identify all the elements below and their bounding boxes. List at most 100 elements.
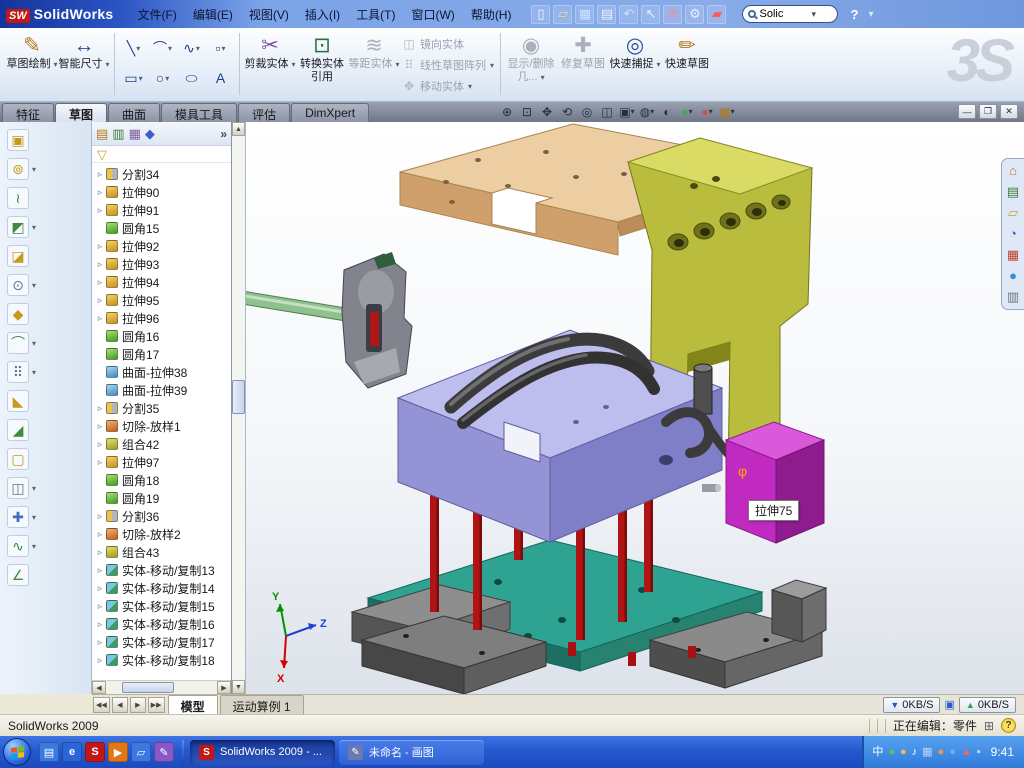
linear-sketch-pattern-button[interactable]: ⠿线性草图阵列▾ <box>402 56 494 74</box>
reference-geometry-icon[interactable]: ✚ <box>7 506 29 528</box>
tree-item[interactable]: 圆角18 <box>92 471 231 489</box>
tree-horizontal-scrollbar[interactable]: ◀ ▶ <box>92 680 231 694</box>
expand-arrow-icon[interactable]: ▹ <box>95 457 105 468</box>
tree-item[interactable]: ▹拉伸96 <box>92 309 231 327</box>
scroll-prev-button[interactable]: ◀ <box>112 697 128 713</box>
scroll-first-button[interactable]: ◀◀ <box>93 697 110 713</box>
dimxpertmanager-tab-icon[interactable]: ◆ <box>145 127 155 140</box>
task-solidworks[interactable]: SSolidWorks 2009 - ... <box>190 740 335 765</box>
expand-arrow-icon[interactable]: ▹ <box>95 295 105 306</box>
point-tool-icon-dropdown[interactable]: ▾ <box>221 44 225 53</box>
tab-dimxpert[interactable]: DimXpert <box>291 103 369 122</box>
appearances-icon[interactable]: ● <box>1009 269 1017 283</box>
hole-wizard-icon-dropdown[interactable]: ▾ <box>32 281 36 290</box>
menu-item-0[interactable]: 文件(F) <box>130 5 185 25</box>
select-arrow-icon[interactable]: ↖ <box>641 5 660 24</box>
move-entities-button[interactable]: ✥移动实体▾ <box>402 77 494 95</box>
help-icon[interactable]: ? <box>850 7 858 22</box>
rebuild-icon[interactable]: ⟳ <box>663 5 682 24</box>
scroll-down-icon[interactable]: ▼ <box>232 680 245 694</box>
download-speed-badge[interactable]: ▼ 0KB/S <box>883 697 940 713</box>
revolved-cut-icon[interactable]: ◆ <box>7 303 29 325</box>
sketch-draw-button[interactable]: ✎草图绘制 ▾ <box>6 31 58 95</box>
tray-messenger-icon[interactable]: ● <box>900 746 907 758</box>
paint-launch-icon[interactable]: ✎ <box>154 742 174 762</box>
rib-icon[interactable]: ◣ <box>7 390 29 412</box>
close-window-button[interactable]: ✕ <box>1000 104 1018 119</box>
tray-network-icon[interactable]: ▦ <box>922 746 932 758</box>
tray-qq-icon[interactable]: ● <box>949 746 956 758</box>
configurationmanager-tab-icon[interactable]: ▦ <box>129 127 141 140</box>
tree-item[interactable]: ▹分割36 <box>92 507 231 525</box>
tree-item[interactable]: ▹拉伸91 <box>92 201 231 219</box>
tab-evaluate[interactable]: 评估 <box>238 103 290 122</box>
expand-arrow-icon[interactable]: ▹ <box>95 637 105 648</box>
linear-pattern-icon-dropdown[interactable]: ▾ <box>32 368 36 377</box>
minimize-window-button[interactable]: — <box>958 104 976 119</box>
search-input[interactable] <box>759 8 811 20</box>
rectangle-tool-icon-dropdown[interactable]: ▾ <box>139 74 143 83</box>
menu-item-1[interactable]: 编辑(E) <box>185 5 241 25</box>
expand-arrow-icon[interactable]: ▹ <box>95 439 105 450</box>
tree-item[interactable]: ▹实体-移动/复制16 <box>92 615 231 633</box>
task-paint[interactable]: ✎未命名 - 画图 <box>339 740 484 765</box>
design-library-icon[interactable]: ▤ <box>1007 185 1019 199</box>
part-ejector-rod[interactable] <box>246 290 346 321</box>
revolved-boss-icon[interactable]: ⊚ <box>7 158 29 180</box>
curves-icon[interactable]: ∿ <box>7 535 29 557</box>
fillet-icon[interactable]: ⌒ <box>7 332 29 354</box>
line-tool-icon-dropdown[interactable]: ▾ <box>136 44 140 53</box>
home-icon[interactable]: ⌂ <box>1009 164 1017 178</box>
spline-tool-icon[interactable]: ∿▾ <box>177 33 206 63</box>
tree-item[interactable]: 圆角15 <box>92 219 231 237</box>
propertymanager-tab-icon[interactable]: ▥ <box>112 127 124 140</box>
lofted-boss-icon[interactable]: ◩ <box>7 216 29 238</box>
instant3d-icon[interactable]: ∠ <box>7 564 29 586</box>
expand-arrow-icon[interactable]: ▹ <box>95 583 105 594</box>
menu-item-2[interactable]: 视图(V) <box>241 5 297 25</box>
tray-antivirus-icon[interactable]: ● <box>888 746 895 758</box>
expand-arrow-icon[interactable]: ▹ <box>95 241 105 252</box>
tree-item[interactable]: ▹拉伸95 <box>92 291 231 309</box>
lofted-boss-icon-dropdown[interactable]: ▾ <box>32 223 36 232</box>
tray-usb-icon[interactable]: ▪ <box>977 746 981 758</box>
internet-explorer-icon[interactable]: e <box>62 742 82 762</box>
ellipse-tool-icon[interactable]: ⬭ <box>177 63 206 93</box>
curves-icon-dropdown[interactable]: ▾ <box>32 542 36 551</box>
scroll-left-icon[interactable]: ◀ <box>92 681 106 694</box>
expand-arrow-icon[interactable]: ▹ <box>95 655 105 666</box>
tab-features[interactable]: 特征 <box>2 103 54 122</box>
linear-pattern-icon[interactable]: ⠿ <box>7 361 29 383</box>
tab-motion-study[interactable]: 运动算例 1 <box>220 695 304 714</box>
tree-item[interactable]: ▹切除-放样2 <box>92 525 231 543</box>
save-icon[interactable]: ▦ <box>575 5 594 24</box>
new-document-icon[interactable]: ▯ <box>531 5 550 24</box>
scene-icon[interactable]: ●▾ <box>698 103 716 120</box>
tree-item[interactable]: ▹拉伸93 <box>92 255 231 273</box>
view-palette-icon[interactable]: ▦ <box>1007 248 1019 262</box>
tray-update-icon[interactable]: ● <box>938 746 945 758</box>
undo-icon[interactable]: ↶ <box>619 5 638 24</box>
mirror-icon-dropdown[interactable]: ▾ <box>32 484 36 493</box>
exploded-mold-assembly[interactable]: φ Y Z X <box>246 122 1024 694</box>
pan-icon[interactable]: ✥ <box>538 103 556 120</box>
media-player-icon[interactable]: ▶ <box>108 742 128 762</box>
print-icon[interactable]: ▤ <box>597 5 616 24</box>
tree-item[interactable]: 圆角17 <box>92 345 231 363</box>
trim-entities-button[interactable]: ✂剪裁实体 ▾ <box>244 31 296 95</box>
menu-item-3[interactable]: 插入(I) <box>297 5 348 25</box>
mirror-entities-button[interactable]: ◫镜向实体 <box>402 35 494 53</box>
swept-boss-icon[interactable]: ≀ <box>7 187 29 209</box>
solidworks-launch-icon[interactable]: S <box>85 742 105 762</box>
tab-mold-tools[interactable]: 模具工具 <box>161 103 237 122</box>
expand-arrow-icon[interactable]: ▹ <box>95 511 105 522</box>
arc-tool-icon[interactable]: ⌒▾ <box>148 33 177 63</box>
repair-sketch-button[interactable]: ✚修复草图 <box>557 31 609 95</box>
file-explorer-icon[interactable]: ▱ <box>1008 206 1018 220</box>
shadows-icon[interactable]: ◐ <box>658 103 676 120</box>
start-button[interactable] <box>3 738 31 766</box>
open-folder-icon[interactable]: ▱ <box>553 5 572 24</box>
folder-launch-icon[interactable]: ▱ <box>131 742 151 762</box>
convert-entities-button[interactable]: ⊡转换实体引用 <box>296 31 348 95</box>
tree-item[interactable]: ▹拉伸94 <box>92 273 231 291</box>
